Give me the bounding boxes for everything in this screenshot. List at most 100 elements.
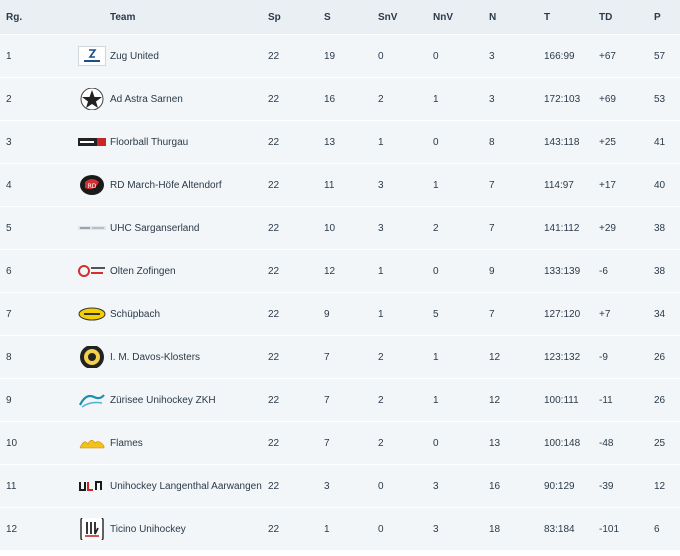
team-name[interactable]: Zürisee Unihockey ZKH	[110, 395, 216, 406]
team-name[interactable]: Ticino Unihockey	[110, 524, 186, 535]
header-snv[interactable]: SnV	[378, 12, 433, 23]
ad-astra-sarnen-logo	[78, 88, 106, 110]
table-row[interactable]: 7 Schüpbach 22 9 1 5 7 127:120 +7 34	[0, 292, 680, 335]
team-cell[interactable]: RD RD March-Höfe Altendorf	[78, 174, 268, 196]
cell-snv: 0	[378, 480, 384, 492]
header-n[interactable]: N	[489, 12, 544, 23]
table-row[interactable]: 12 Ticino Unihockey 22 1 0 3 18 83:184 -101 6	[0, 507, 680, 550]
header-team[interactable]: Team	[78, 12, 268, 23]
table-row[interactable]: 5 UHC Sarganserland 22 10 3 2 7 141:112 +29 38	[0, 206, 680, 249]
cell-snv: 2	[378, 93, 384, 105]
cell-p: 26	[654, 351, 666, 363]
cell-t: 127:120	[544, 308, 581, 320]
team-cell[interactable]: Zürisee Unihockey ZKH	[78, 389, 268, 411]
cell-n: 7	[489, 222, 495, 234]
cell-s: 7	[324, 351, 330, 363]
team-name[interactable]: UHC Sarganserland	[110, 223, 200, 234]
team-name[interactable]: Ad Astra Sarnen	[110, 94, 183, 105]
table-row[interactable]: 3 Floorball Thurgau 22 13 1 0 8 143:118 +25 41	[0, 120, 680, 163]
cell-sp: 22	[268, 480, 280, 492]
team-name[interactable]: Olten Zofingen	[110, 266, 176, 277]
ticino-logo	[78, 518, 106, 540]
cell-snv: 1	[378, 308, 384, 320]
cell-sp: 22	[268, 93, 280, 105]
header-td[interactable]: TD	[599, 12, 654, 23]
team-cell[interactable]: Floorball Thurgau	[78, 131, 268, 153]
table-row[interactable]: 10 Flames 22 7 2 0 13 100:148 -48 25	[0, 421, 680, 464]
cell-td: +7	[599, 308, 611, 320]
team-cell[interactable]: Schüpbach	[78, 303, 268, 325]
cell-s: 13	[324, 136, 336, 148]
cell-rank: 1	[6, 50, 12, 62]
cell-t: 90:129	[544, 480, 575, 492]
davos-klosters-logo	[78, 346, 106, 368]
team-cell[interactable]: Olten Zofingen	[78, 260, 268, 282]
cell-s: 3	[324, 480, 330, 492]
table-row[interactable]: 11 Unihockey Langenthal Aarwangen 22 3 0 3 16 9…	[0, 464, 680, 507]
team-cell[interactable]: UHC Sarganserland	[78, 217, 268, 239]
cell-n: 7	[489, 179, 495, 191]
cell-td: +67	[599, 50, 616, 62]
team-name[interactable]: Unihockey Langenthal Aarwangen	[110, 481, 262, 492]
cell-rank: 5	[6, 222, 12, 234]
table-row[interactable]: 8 I. M. Davos-Klosters 22 7 2 1 12 123:132 -9 26	[0, 335, 680, 378]
team-cell[interactable]: Ad Astra Sarnen	[78, 88, 268, 110]
cell-snv: 3	[378, 179, 384, 191]
cell-p: 38	[654, 222, 666, 234]
cell-rank: 12	[6, 523, 18, 535]
cell-rank: 6	[6, 265, 12, 277]
team-name[interactable]: RD March-Höfe Altendorf	[110, 180, 222, 191]
cell-snv: 0	[378, 523, 384, 535]
cell-snv: 1	[378, 136, 384, 148]
table-row[interactable]: 6 Olten Zofingen 22 12 1 0 9 133:139 -6 38	[0, 249, 680, 292]
zuerisee-logo	[78, 389, 106, 411]
cell-rank: 11	[6, 480, 17, 492]
cell-nnv: 3	[433, 523, 439, 535]
cell-rank: 3	[6, 136, 12, 148]
cell-n: 13	[489, 437, 501, 449]
team-cell[interactable]: Ticino Unihockey	[78, 518, 268, 540]
cell-sp: 22	[268, 394, 280, 406]
header-p[interactable]: P	[654, 12, 680, 23]
header-t[interactable]: T	[544, 12, 599, 23]
header-s[interactable]: S	[324, 12, 378, 23]
cell-s: 16	[324, 93, 336, 105]
table-row[interactable]: 1 Zug United 22 19 0 0 3 166:99 +67 57	[0, 34, 680, 77]
cell-nnv: 1	[433, 394, 439, 406]
cell-s: 7	[324, 437, 330, 449]
cell-p: 57	[654, 50, 666, 62]
cell-t: 83:184	[544, 523, 575, 535]
cell-td: +69	[599, 93, 616, 105]
table-row[interactable]: 4 RD RD March-Höfe Altendorf 22 11 3 1 7 114:97 +…	[0, 163, 680, 206]
team-cell[interactable]: I. M. Davos-Klosters	[78, 346, 268, 368]
team-name[interactable]: Schüpbach	[110, 309, 160, 320]
cell-sp: 22	[268, 437, 280, 449]
cell-n: 12	[489, 351, 501, 363]
team-name[interactable]: Floorball Thurgau	[110, 137, 188, 148]
team-name[interactable]: Zug United	[110, 51, 159, 62]
team-cell[interactable]: Flames	[78, 432, 268, 454]
team-name[interactable]: I. M. Davos-Klosters	[110, 352, 200, 363]
cell-sp: 22	[268, 50, 280, 62]
cell-td: +17	[599, 179, 616, 191]
header-nnv[interactable]: NnV	[433, 12, 489, 23]
team-cell[interactable]: Unihockey Langenthal Aarwangen	[78, 475, 268, 497]
cell-sp: 22	[268, 308, 280, 320]
team-cell[interactable]: Zug United	[78, 45, 268, 67]
cell-n: 9	[489, 265, 495, 277]
table-row[interactable]: 2 Ad Astra Sarnen 22 16 2 1 3 172:103 +69 53	[0, 77, 680, 120]
uhc-sarganserland-logo	[78, 217, 106, 239]
cell-p: 12	[654, 480, 666, 492]
cell-snv: 2	[378, 437, 384, 449]
header-rank[interactable]: Rg.	[0, 12, 78, 23]
cell-s: 10	[324, 222, 336, 234]
cell-snv: 2	[378, 394, 384, 406]
cell-n: 3	[489, 93, 495, 105]
cell-td: -11	[599, 394, 613, 406]
cell-rank: 7	[6, 308, 12, 320]
header-sp[interactable]: Sp	[268, 12, 324, 23]
cell-snv: 2	[378, 351, 384, 363]
cell-s: 7	[324, 394, 330, 406]
table-row[interactable]: 9 Zürisee Unihockey ZKH 22 7 2 1 12 100:111 -11 2…	[0, 378, 680, 421]
team-name[interactable]: Flames	[110, 438, 143, 449]
